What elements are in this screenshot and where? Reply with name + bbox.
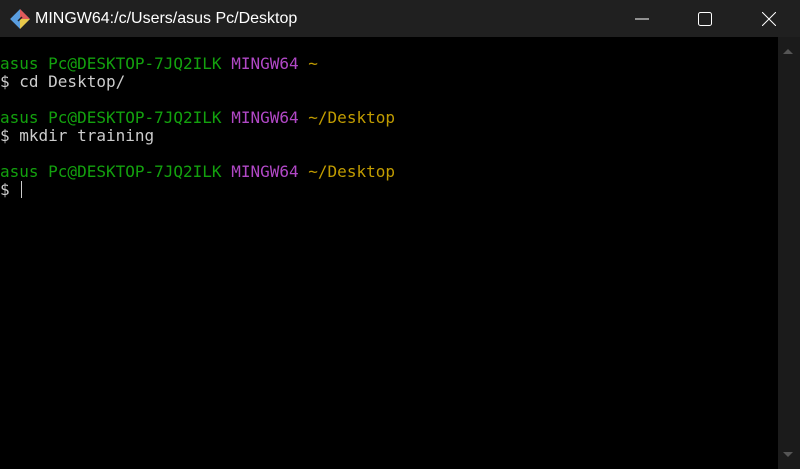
current-path: ~/Desktop [308,108,395,127]
system-name: MINGW64 [231,108,299,127]
vertical-scrollbar[interactable] [778,37,800,469]
prompt-line: asus Pc@DESKTOP-7JQ2ILK MINGW64 ~/Deskto… [0,109,778,127]
prompt-line: asus Pc@DESKTOP-7JQ2ILK MINGW64 ~/Deskto… [0,163,778,181]
close-icon [762,11,776,26]
user-host: asus Pc@DESKTOP-7JQ2ILK [0,162,222,181]
command-line: $ cd Desktop/ [0,72,126,91]
git-bash-icon [9,8,31,30]
current-path: ~ [308,54,318,73]
prompt-symbol: $ [0,180,20,199]
system-name: MINGW64 [231,162,299,181]
input-line[interactable]: $ [0,181,778,199]
title-bar: MINGW64:/c/Users/asus Pc/Desktop [0,0,800,37]
minimize-button[interactable] [619,0,665,37]
command-line: $ mkdir training [0,126,155,145]
close-button[interactable] [746,0,792,37]
terminal-output[interactable]: asus Pc@DESKTOP-7JQ2ILK MINGW64 ~ $ cd D… [0,37,778,469]
text-cursor [21,181,23,198]
user-host: asus Pc@DESKTOP-7JQ2ILK [0,54,222,73]
minimize-icon [635,18,649,19]
prompt-line: asus Pc@DESKTOP-7JQ2ILK MINGW64 ~ [0,55,778,73]
current-path: ~/Desktop [308,162,395,181]
scroll-up-arrow-icon[interactable] [783,49,793,54]
system-name: MINGW64 [231,54,299,73]
scroll-down-arrow-icon[interactable] [783,452,793,457]
window-title: MINGW64:/c/Users/asus Pc/Desktop [35,9,298,27]
maximize-button[interactable] [682,0,728,37]
user-host: asus Pc@DESKTOP-7JQ2ILK [0,108,222,127]
maximize-icon [698,11,712,26]
